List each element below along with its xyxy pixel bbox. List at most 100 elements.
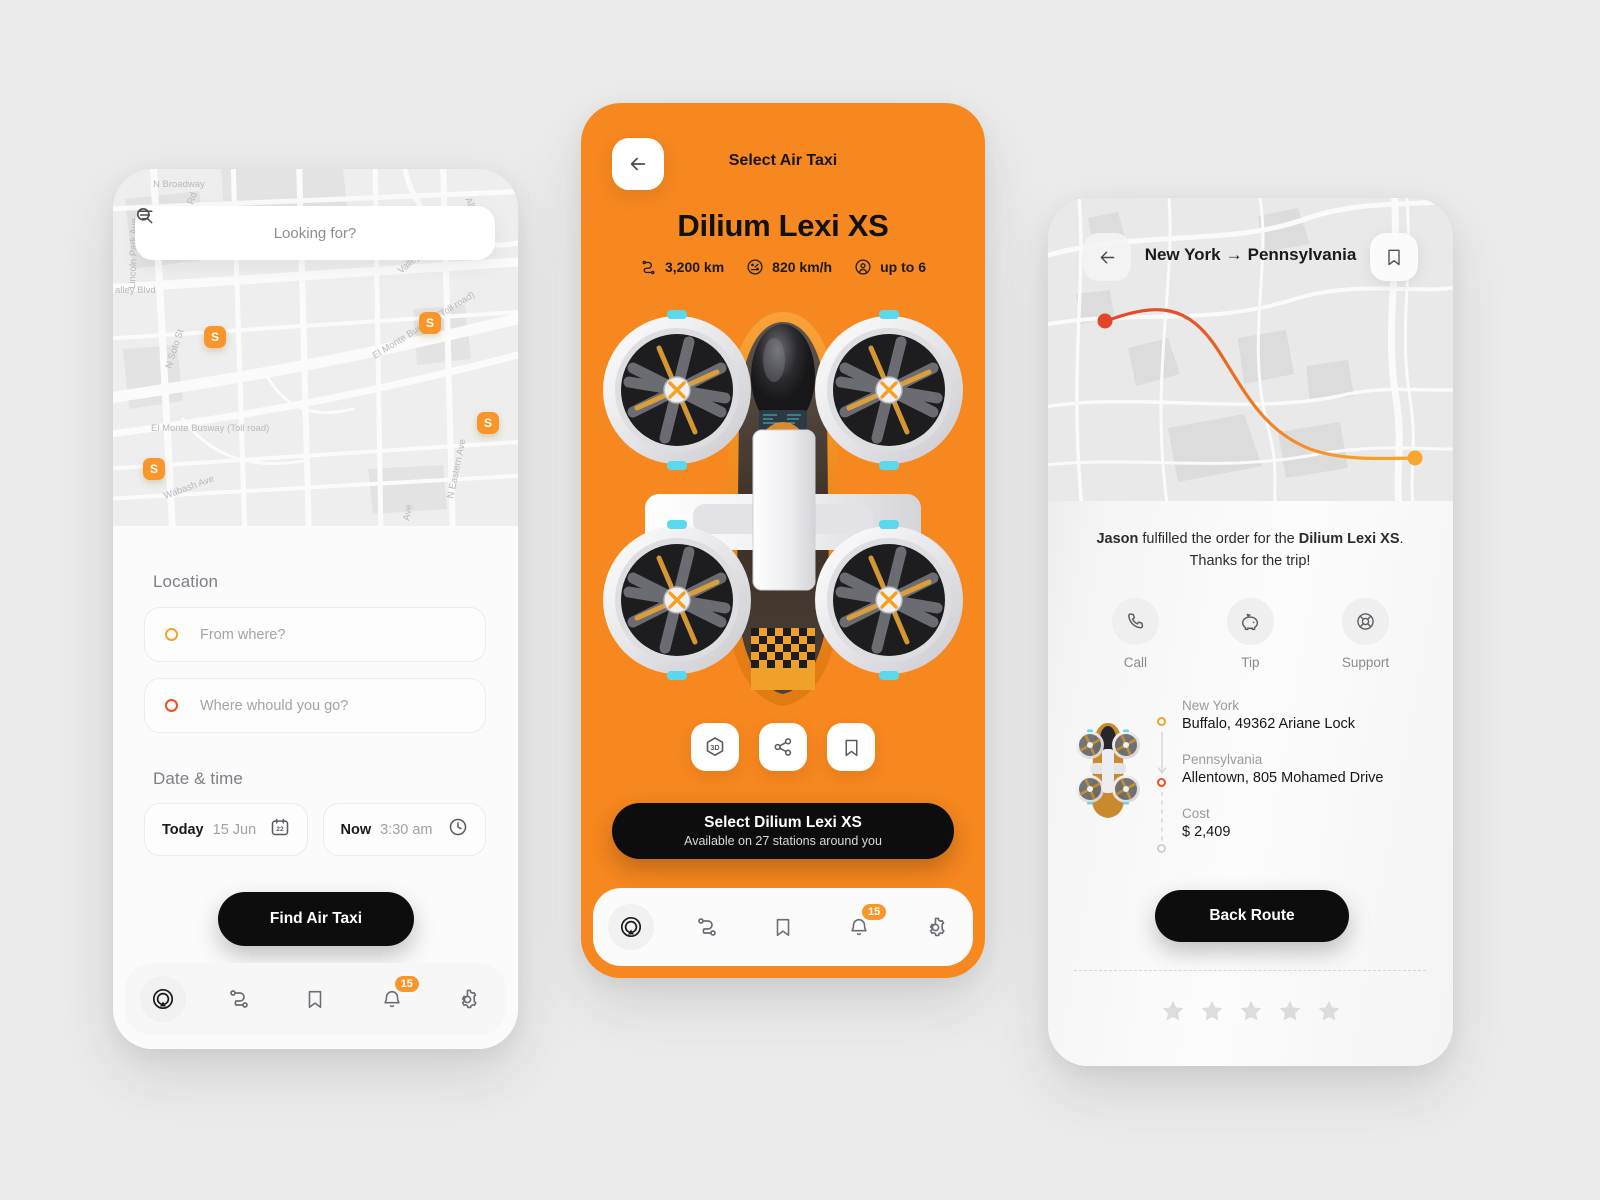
quick-action-tip[interactable]: Tip: [1226, 598, 1274, 670]
taxi-thumbnail: [1074, 698, 1142, 840]
timeline-dot-destination: [1157, 778, 1166, 787]
timeline-dot-origin: [1157, 717, 1166, 726]
origin-dot-icon: [165, 628, 178, 641]
nav-item-settings[interactable]: [912, 904, 958, 950]
to-input[interactable]: Where whould you go?: [200, 698, 348, 714]
station-marker[interactable]: S: [204, 326, 226, 348]
call-label: Call: [1123, 655, 1147, 670]
back-route-button[interactable]: Back Route: [1155, 890, 1349, 942]
map-view[interactable]: N Broadway Lincoln Park Ave Alhambra Val…: [113, 169, 518, 526]
section-divider: [1074, 970, 1426, 971]
nav-item-notifications[interactable]: 15: [369, 974, 421, 1022]
route-icon: [642, 260, 655, 274]
speedometer-icon: [747, 259, 763, 275]
route-arrow-icon: →: [1225, 245, 1243, 264]
taxi-model-name: Dilium Lexi XS: [677, 208, 889, 243]
spec-range-value: 3,200 km: [665, 259, 725, 275]
nav-item-notifications[interactable]: 15: [836, 902, 889, 950]
nav-item-routes[interactable]: [216, 976, 262, 1022]
trip-row-destination: Pennsylvania Allentown, 805 Mohamed Driv…: [1182, 752, 1426, 786]
select-taxi-label: Select Dilium Lexi XS: [704, 814, 862, 831]
view-3d-button[interactable]: 3D: [691, 723, 739, 771]
support-label: Support: [1341, 655, 1390, 670]
rating-stars[interactable]: [1048, 998, 1453, 1024]
cost-value: $ 2,409: [1182, 824, 1231, 840]
timeline-arrow-icon: [1157, 732, 1167, 774]
date-picker[interactable]: Today 15 Jun 22: [144, 803, 308, 856]
to-field[interactable]: Where whould you go?: [144, 678, 486, 733]
piggy-bank-icon: [1242, 613, 1259, 630]
destination-dot-icon: [165, 699, 178, 712]
trip-row-cost: Cost $ 2,409: [1182, 806, 1426, 840]
star-icon[interactable]: [1277, 998, 1303, 1024]
notification-badge: 15: [392, 974, 421, 994]
star-icon[interactable]: [1199, 998, 1225, 1024]
tip-circle: [1226, 598, 1274, 645]
time-key: Now: [340, 821, 372, 838]
svg-text:3D: 3D: [710, 743, 719, 752]
spec-speed: 820 km/h: [746, 258, 832, 276]
station-marker[interactable]: S: [477, 412, 499, 434]
station-marker[interactable]: S: [143, 458, 165, 480]
seats-icon: [855, 259, 871, 275]
trip-details: New York Buffalo, 49362 Ariane Lock Penn…: [1074, 698, 1426, 853]
bookmark-button[interactable]: [1370, 233, 1418, 281]
destination-address: Allentown, 805 Mohamed Drive: [1182, 770, 1384, 786]
taxi-specs: 3,200 km 820 km/h up to 6: [581, 258, 985, 276]
radar-home-icon: [620, 916, 642, 938]
from-input[interactable]: From where?: [200, 627, 285, 643]
nav-item-saved[interactable]: [292, 976, 338, 1022]
nav-item-home[interactable]: [608, 904, 654, 950]
search-input[interactable]: Looking for?: [153, 225, 477, 242]
time-picker[interactable]: Now 3:30 am: [322, 803, 486, 856]
quick-action-support[interactable]: Support: [1342, 598, 1389, 670]
star-icon[interactable]: [1238, 998, 1264, 1024]
svg-text:22: 22: [276, 826, 284, 833]
select-taxi-button[interactable]: Select Dilium Lexi XS Available on 27 st…: [612, 803, 954, 859]
tip-label: Tip: [1241, 655, 1260, 670]
trip-timeline: [1154, 698, 1170, 853]
origin-state: New York: [1182, 698, 1240, 713]
quick-action-call[interactable]: Call: [1111, 598, 1159, 670]
find-air-taxi-button[interactable]: Find Air Taxi: [218, 892, 414, 946]
notification-badge: 15: [860, 902, 889, 922]
route-origin-dot: [1097, 313, 1113, 329]
route-from: New York: [1144, 245, 1221, 264]
phone2-topbar: Select Air Taxi: [581, 138, 985, 192]
station-marker[interactable]: S: [419, 312, 441, 334]
phone-screen-trip-summary: New York → Pennsylvania Jason fulfilled th…: [1048, 198, 1453, 1066]
star-icon[interactable]: [1316, 998, 1342, 1024]
nav-item-home[interactable]: [140, 976, 187, 1022]
bottom-navigation: 15: [125, 963, 506, 1035]
bookmark-icon: [776, 918, 790, 937]
lifebuoy-icon: [1357, 613, 1374, 630]
datetime-row: Today 15 Jun 22 Now 3:30 am: [144, 803, 486, 856]
search-bar[interactable]: Looking for?: [135, 206, 495, 260]
air-taxi-illustration: [581, 298, 985, 718]
cost-label: Cost: [1182, 806, 1210, 821]
date-value: 15 Jun: [212, 821, 257, 838]
phone-screen-select-taxi: Select Air Taxi Dilium Lexi XS 3,200 km …: [581, 103, 985, 978]
bookmark-icon: [309, 990, 322, 1009]
calendar-icon: 22: [270, 817, 290, 842]
share-button[interactable]: [759, 723, 807, 771]
date-key: Today: [162, 821, 204, 838]
route-icon: [230, 990, 249, 1008]
bookmark-button[interactable]: [827, 723, 875, 771]
nav-item-saved[interactable]: [760, 904, 806, 950]
drone-thumb-graphic: [1076, 723, 1140, 818]
svg-text:alley Blvd: alley Blvd: [115, 285, 156, 296]
origin-address: Buffalo, 49362 Ariane Lock: [1182, 716, 1356, 732]
trip-message: Jason fulfilled the order for the Dilium…: [1074, 528, 1426, 573]
taxi-action-buttons: 3D: [581, 723, 985, 771]
bookmark-icon: [1388, 249, 1400, 266]
bookmark-icon: [845, 739, 857, 756]
nav-item-settings[interactable]: [445, 976, 491, 1022]
star-icon[interactable]: [1160, 998, 1186, 1024]
destination-state: Pennsylvania: [1182, 752, 1263, 767]
nav-item-routes[interactable]: [684, 904, 730, 950]
svg-text:N Broadway: N Broadway: [153, 179, 205, 190]
from-field[interactable]: From where?: [144, 607, 486, 662]
spec-seats: up to 6: [854, 258, 926, 276]
screenshot-canvas: N Broadway Lincoln Park Ave Alhambra Val…: [0, 0, 1600, 1200]
